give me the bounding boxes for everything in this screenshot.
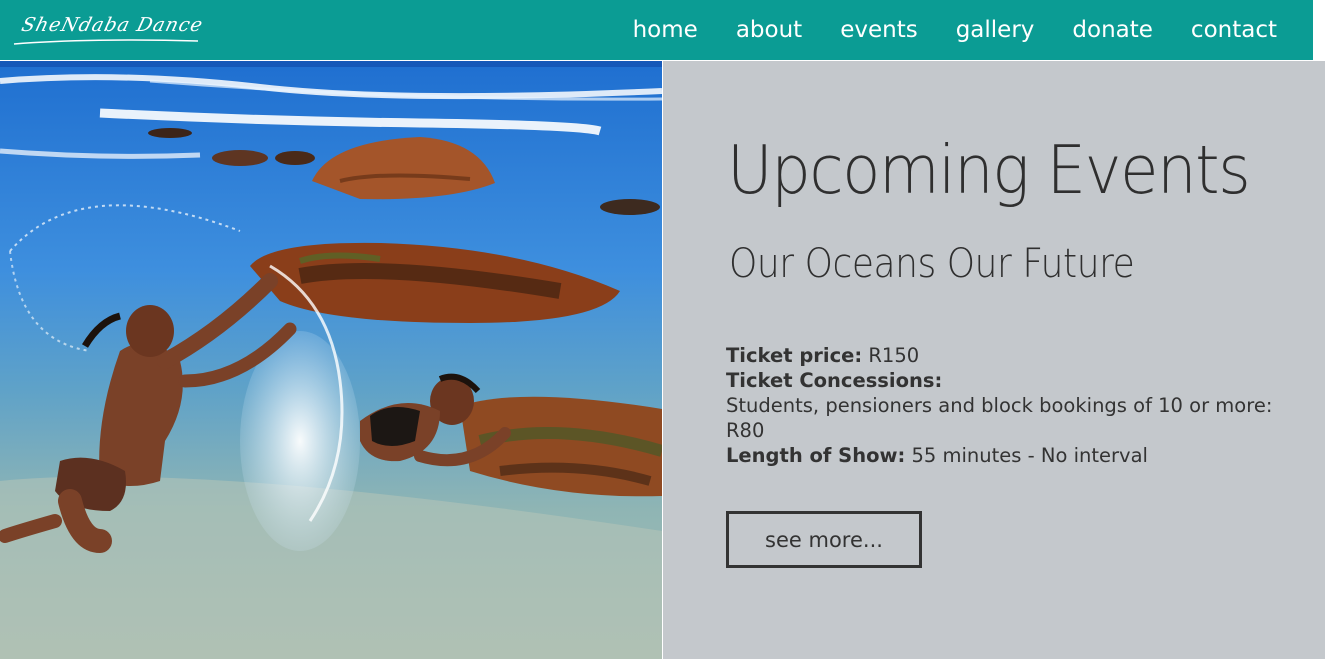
- ticket-price-label: Ticket price:: [726, 344, 863, 367]
- show-length-label: Length of Show:: [726, 444, 906, 467]
- site-logo[interactable]: SheNdaba Dance: [12, 6, 206, 48]
- show-length-row: Length of Show: 55 minutes - No interval: [726, 443, 1286, 468]
- concessions-text: Students, pensioners and block bookings …: [726, 394, 1273, 442]
- nav-gallery[interactable]: gallery: [956, 17, 1035, 43]
- site-header: SheNdaba Dance home about events gallery…: [0, 0, 1313, 60]
- concessions-row: Ticket Concessions:: [726, 368, 1286, 393]
- nav-about[interactable]: about: [736, 17, 802, 43]
- main-nav: home about events gallery donate contact: [633, 0, 1277, 60]
- hero-photo: [0, 61, 662, 659]
- logo-signature: SheNdaba Dance: [19, 14, 206, 36]
- nav-donate[interactable]: donate: [1072, 17, 1153, 43]
- see-more-button[interactable]: see more...: [726, 511, 922, 568]
- event-name: Our Oceans Our Future: [729, 241, 1135, 287]
- ticket-price-row: Ticket price: R150: [726, 343, 1286, 368]
- event-details: Ticket price: R150 Ticket Concessions: S…: [726, 343, 1286, 468]
- nav-contact[interactable]: contact: [1191, 17, 1277, 43]
- nav-home[interactable]: home: [633, 17, 698, 43]
- ticket-price-value: R150: [862, 344, 920, 367]
- nav-events[interactable]: events: [840, 17, 918, 43]
- concessions-label: Ticket Concessions:: [726, 369, 943, 392]
- page-title: Upcoming Events: [727, 131, 1251, 209]
- logo-underline-icon: [13, 39, 199, 45]
- show-length-value: 55 minutes - No interval: [905, 444, 1148, 467]
- upcoming-events-panel: Upcoming Events Our Oceans Our Future Ti…: [663, 61, 1325, 659]
